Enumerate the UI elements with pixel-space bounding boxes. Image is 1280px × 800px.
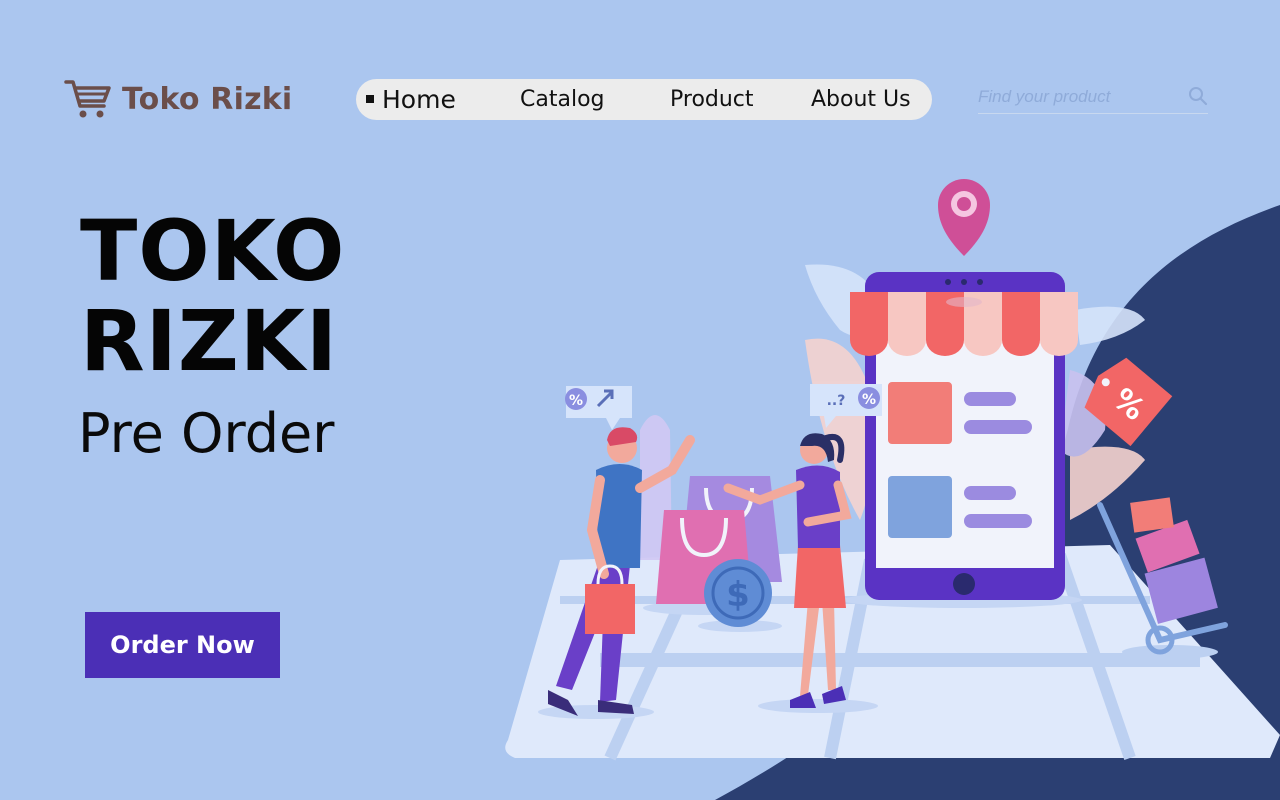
percent-icon: %	[862, 392, 876, 408]
percent-icon: %	[569, 393, 583, 409]
phone-shop	[842, 272, 1082, 608]
speech-bubble-left: %	[565, 386, 632, 430]
shopping-illustration: % $ % ..? %	[505, 179, 1280, 800]
bubble-question-text: ..?	[827, 393, 846, 409]
coin-symbol: $	[726, 575, 750, 615]
